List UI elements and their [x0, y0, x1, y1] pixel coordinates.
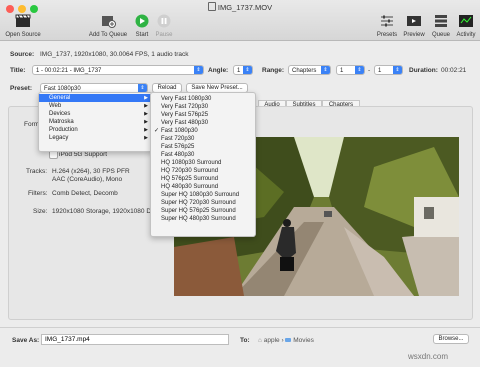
source-label: Source:	[10, 51, 35, 58]
preset-item[interactable]: HQ 720p30 Surround	[151, 167, 255, 175]
folder-icon	[285, 338, 292, 342]
range-separator: -	[368, 67, 371, 74]
pause-icon	[157, 14, 171, 28]
activity-button[interactable]: Activity	[454, 14, 478, 38]
movie-file-icon	[207, 2, 216, 11]
menu-item-devices[interactable]: Devices ▶	[39, 110, 152, 118]
menu-item-matroska[interactable]: Matroska ▶	[39, 118, 152, 126]
pause-button[interactable]: Pause	[154, 14, 174, 38]
home-icon: ⌂	[258, 337, 262, 344]
preset-item[interactable]: HQ 576p25 Surround	[151, 175, 255, 183]
clapperboard-icon	[15, 14, 31, 27]
destination-label: To:	[240, 337, 250, 344]
preset-item[interactable]: Fast 720p30	[151, 135, 255, 143]
preset-item[interactable]: Super HQ 720p30 Surround	[151, 199, 255, 207]
range-type-select[interactable]: Chapters ⇕	[288, 65, 331, 75]
activity-icon	[459, 15, 473, 27]
preset-item[interactable]: Fast 576p25	[151, 143, 255, 151]
preset-item[interactable]: Very Fast 1080p30	[151, 95, 255, 103]
preset-item-selected[interactable]: ✓ Fast 1080p30	[151, 127, 255, 135]
browse-button[interactable]: Browse...	[433, 334, 469, 344]
ipod-label: iPod 5G Support	[59, 151, 108, 158]
preset-item[interactable]: HQ 1080p30 Surround	[151, 159, 255, 167]
filters-label: Filters:	[28, 190, 48, 197]
save-as-label: Save As:	[12, 337, 40, 344]
range-end-select[interactable]: 1 ⇕	[374, 65, 403, 75]
source-info: IMG_1737, 1920x1080, 30.0064 FPS, 1 audi…	[40, 51, 189, 58]
open-source-button[interactable]: Open Source	[3, 14, 43, 38]
add-to-queue-button[interactable]: Add To Queue	[86, 14, 130, 38]
submenu-arrow-icon: ▶	[144, 119, 148, 125]
preset-item[interactable]: Fast 480p30	[151, 151, 255, 159]
preset-item[interactable]: Very Fast 720p30	[151, 103, 255, 111]
preset-label: Preset:	[10, 85, 33, 92]
play-icon	[135, 14, 149, 28]
save-bar	[0, 327, 480, 367]
size-label: Size:	[33, 208, 48, 215]
angle-label: Angle:	[208, 67, 229, 74]
filename-input[interactable]	[41, 334, 229, 345]
preset-category-menu: General ▶ Web ▶ Devices ▶ Matroska ▶ Product…	[38, 92, 153, 152]
presets-button[interactable]: Presets	[376, 14, 398, 38]
sliders-icon	[381, 15, 393, 27]
filters-value: Comb Detect, Decomb	[52, 190, 118, 197]
tracks-video: H.264 (x264), 30 FPS PFR	[52, 168, 130, 175]
title-select[interactable]: 1 - 00:02:21 - IMG_1737 ⇕	[32, 65, 204, 75]
preset-item[interactable]: Super HQ 480p30 Surround	[151, 215, 255, 223]
duration-value: 00:02:21	[441, 67, 467, 74]
preview-icon	[407, 16, 421, 26]
preset-item[interactable]: Super HQ 1080p30 Surround	[151, 191, 255, 199]
preset-item[interactable]: Very Fast 576p25	[151, 111, 255, 119]
popup-arrows-icon: ⇕	[321, 66, 330, 74]
submenu-arrow-icon: ▶	[144, 103, 148, 109]
menu-item-legacy[interactable]: Legacy ▶	[39, 134, 152, 142]
submenu-arrow-icon: ▶	[144, 111, 148, 117]
checkmark-icon: ✓	[154, 128, 160, 134]
preview-button[interactable]: Preview	[402, 14, 426, 38]
watermark: wsxdn.com	[408, 352, 449, 361]
duration-label: Duration:	[409, 67, 438, 74]
window-title: IMG_1737.MOV	[0, 2, 480, 12]
popup-arrows-icon: ⇕	[355, 66, 364, 74]
range-start-select[interactable]: 1 ⇕	[336, 65, 365, 75]
tracks-audio: AAC (CoreAudio), Mono	[52, 176, 123, 183]
start-button[interactable]: Start	[132, 14, 152, 38]
popup-arrows-icon: ⇕	[194, 66, 203, 74]
general-presets-submenu: Very Fast 1080p30 Very Fast 720p30 Very …	[150, 92, 256, 237]
menu-item-web[interactable]: Web ▶	[39, 102, 152, 110]
preset-item[interactable]: Super HQ 576p25 Surround	[151, 207, 255, 215]
submenu-arrow-icon: ▶	[144, 135, 148, 141]
menu-item-production[interactable]: Production ▶	[39, 126, 152, 134]
menu-item-general[interactable]: General ▶	[39, 94, 152, 102]
submenu-arrow-icon: ▶	[144, 127, 148, 133]
format-label: Form	[24, 121, 40, 128]
title-label: Title:	[10, 67, 26, 74]
submenu-arrow-icon: ▶	[144, 95, 148, 101]
popup-arrows-icon: ⇕	[243, 66, 252, 74]
size-value: 1920x1080 Storage, 1920x1080 Di	[52, 208, 153, 215]
destination-path[interactable]: ⌂ apple › Movies	[258, 337, 314, 344]
range-label: Range:	[262, 67, 285, 74]
popup-arrows-icon: ⇕	[138, 84, 147, 92]
preset-item[interactable]: Very Fast 480p30	[151, 119, 255, 127]
add-to-queue-icon	[102, 16, 116, 28]
popup-arrows-icon: ⇕	[393, 66, 402, 74]
angle-select[interactable]: 1 ⇕	[233, 65, 253, 75]
tracks-label: Tracks:	[26, 168, 48, 175]
queue-icon	[435, 15, 447, 27]
queue-button[interactable]: Queue	[430, 14, 452, 38]
preset-item[interactable]: HQ 480p30 Surround	[151, 183, 255, 191]
